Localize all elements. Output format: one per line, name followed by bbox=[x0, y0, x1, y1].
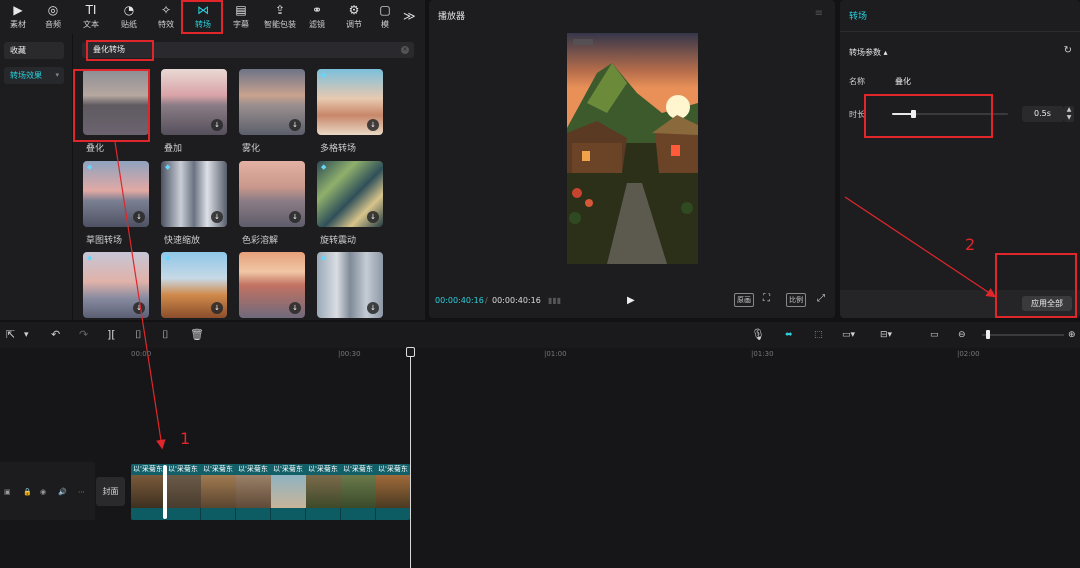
annotation-arrow-2 bbox=[844, 196, 996, 298]
annotation-arrow-1 bbox=[114, 141, 166, 450]
video-editor-app: ▶ 素材 ◎ 音频 TI 文本 ◔ 贴纸 ✧ 特效 ⋈ 转场 ▤ 字幕 ⇪ 智能包装 ⚭ 滤镜 ⚙… bbox=[0, 0, 1080, 568]
annotation-arrows bbox=[114, 141, 996, 450]
